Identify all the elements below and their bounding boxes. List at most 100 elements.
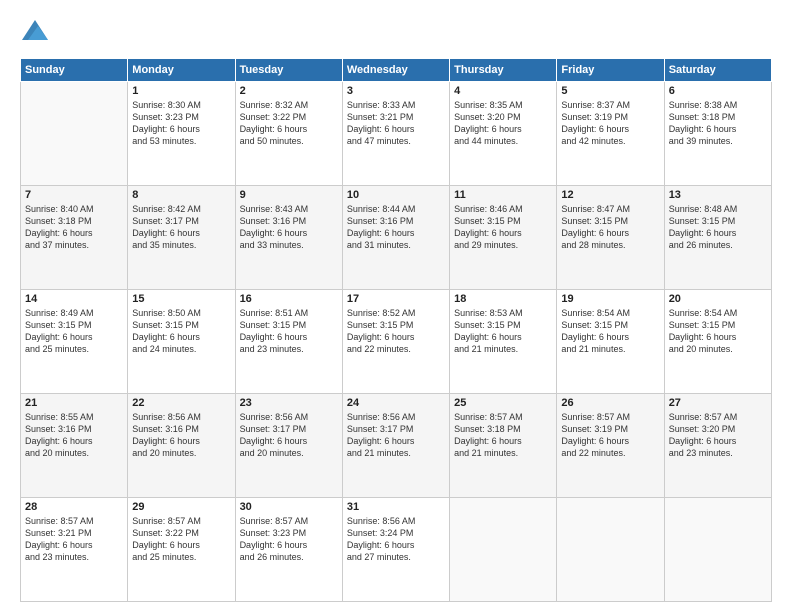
day-info: Sunrise: 8:47 AMSunset: 3:15 PMDaylight:…: [561, 203, 659, 252]
weekday-header-wednesday: Wednesday: [342, 59, 449, 82]
day-info: Sunrise: 8:32 AMSunset: 3:22 PMDaylight:…: [240, 99, 338, 148]
day-cell: 28 Sunrise: 8:57 AMSunset: 3:21 PMDayligh…: [21, 498, 128, 602]
day-number: 12: [561, 189, 659, 201]
day-cell: 9 Sunrise: 8:43 AMSunset: 3:16 PMDaylight…: [235, 186, 342, 290]
day-number: 28: [25, 501, 123, 513]
day-number: 19: [561, 293, 659, 305]
day-info: Sunrise: 8:57 AMSunset: 3:22 PMDaylight:…: [132, 515, 230, 564]
day-number: 15: [132, 293, 230, 305]
day-info: Sunrise: 8:53 AMSunset: 3:15 PMDaylight:…: [454, 307, 552, 356]
day-info: Sunrise: 8:57 AMSunset: 3:19 PMDaylight:…: [561, 411, 659, 460]
day-cell: 14 Sunrise: 8:49 AMSunset: 3:15 PMDayligh…: [21, 290, 128, 394]
day-info: Sunrise: 8:55 AMSunset: 3:16 PMDaylight:…: [25, 411, 123, 460]
weekday-header-row: SundayMondayTuesdayWednesdayThursdayFrid…: [21, 59, 772, 82]
day-number: 2: [240, 85, 338, 97]
day-cell: 15 Sunrise: 8:50 AMSunset: 3:15 PMDayligh…: [128, 290, 235, 394]
header: [20, 18, 772, 48]
day-number: 17: [347, 293, 445, 305]
day-cell: 6 Sunrise: 8:38 AMSunset: 3:18 PMDaylight…: [664, 82, 771, 186]
day-info: Sunrise: 8:56 AMSunset: 3:17 PMDaylight:…: [240, 411, 338, 460]
day-number: 9: [240, 189, 338, 201]
day-info: Sunrise: 8:48 AMSunset: 3:15 PMDaylight:…: [669, 203, 767, 252]
day-number: 26: [561, 397, 659, 409]
day-number: 20: [669, 293, 767, 305]
calendar-table: SundayMondayTuesdayWednesdayThursdayFrid…: [20, 58, 772, 602]
day-info: Sunrise: 8:38 AMSunset: 3:18 PMDaylight:…: [669, 99, 767, 148]
day-number: 29: [132, 501, 230, 513]
day-cell: 13 Sunrise: 8:48 AMSunset: 3:15 PMDayligh…: [664, 186, 771, 290]
week-row-3: 14 Sunrise: 8:49 AMSunset: 3:15 PMDayligh…: [21, 290, 772, 394]
day-number: 25: [454, 397, 552, 409]
day-info: Sunrise: 8:56 AMSunset: 3:16 PMDaylight:…: [132, 411, 230, 460]
day-info: Sunrise: 8:37 AMSunset: 3:19 PMDaylight:…: [561, 99, 659, 148]
day-cell: 3 Sunrise: 8:33 AMSunset: 3:21 PMDaylight…: [342, 82, 449, 186]
day-info: Sunrise: 8:57 AMSunset: 3:21 PMDaylight:…: [25, 515, 123, 564]
day-cell: 22Sunrise: 8:56 AMSunset: 3:16 PMDayligh…: [128, 394, 235, 498]
day-cell: 26 Sunrise: 8:57 AMSunset: 3:19 PMDayligh…: [557, 394, 664, 498]
weekday-header-thursday: Thursday: [450, 59, 557, 82]
weekday-header-friday: Friday: [557, 59, 664, 82]
day-info: Sunrise: 8:49 AMSunset: 3:15 PMDaylight:…: [25, 307, 123, 356]
day-cell: 1 Sunrise: 8:30 AMSunset: 3:23 PMDaylight…: [128, 82, 235, 186]
day-number: 27: [669, 397, 767, 409]
day-info: Sunrise: 8:46 AMSunset: 3:15 PMDaylight:…: [454, 203, 552, 252]
day-cell: 16Sunrise: 8:51 AMSunset: 3:15 PMDayligh…: [235, 290, 342, 394]
day-cell: 4Sunrise: 8:35 AMSunset: 3:20 PMDaylight…: [450, 82, 557, 186]
day-info: Sunrise: 8:57 AMSunset: 3:20 PMDaylight:…: [669, 411, 767, 460]
day-number: 21: [25, 397, 123, 409]
day-info: Sunrise: 8:33 AMSunset: 3:21 PMDaylight:…: [347, 99, 445, 148]
day-cell: [557, 498, 664, 602]
day-info: Sunrise: 8:54 AMSunset: 3:15 PMDaylight:…: [669, 307, 767, 356]
day-info: Sunrise: 8:52 AMSunset: 3:15 PMDaylight:…: [347, 307, 445, 356]
week-row-5: 28 Sunrise: 8:57 AMSunset: 3:21 PMDayligh…: [21, 498, 772, 602]
day-number: 24: [347, 397, 445, 409]
day-info: Sunrise: 8:56 AMSunset: 3:17 PMDaylight:…: [347, 411, 445, 460]
day-cell: 31 Sunrise: 8:56 AMSunset: 3:24 PMDayligh…: [342, 498, 449, 602]
day-info: Sunrise: 8:56 AMSunset: 3:24 PMDaylight:…: [347, 515, 445, 564]
day-cell: 2 Sunrise: 8:32 AMSunset: 3:22 PMDaylight…: [235, 82, 342, 186]
day-number: 4: [454, 85, 552, 97]
day-number: 11: [454, 189, 552, 201]
weekday-header-tuesday: Tuesday: [235, 59, 342, 82]
day-number: 16: [240, 293, 338, 305]
day-info: Sunrise: 8:42 AMSunset: 3:17 PMDaylight:…: [132, 203, 230, 252]
day-cell: 29 Sunrise: 8:57 AMSunset: 3:22 PMDayligh…: [128, 498, 235, 602]
day-cell: 12 Sunrise: 8:47 AMSunset: 3:15 PMDayligh…: [557, 186, 664, 290]
day-number: 3: [347, 85, 445, 97]
day-cell: 10Sunrise: 8:44 AMSunset: 3:16 PMDayligh…: [342, 186, 449, 290]
weekday-header-monday: Monday: [128, 59, 235, 82]
day-number: 18: [454, 293, 552, 305]
day-number: 23: [240, 397, 338, 409]
day-number: 8: [132, 189, 230, 201]
week-row-4: 21 Sunrise: 8:55 AMSunset: 3:16 PMDayligh…: [21, 394, 772, 498]
day-number: 31: [347, 501, 445, 513]
logo: [20, 18, 54, 48]
day-info: Sunrise: 8:50 AMSunset: 3:15 PMDaylight:…: [132, 307, 230, 356]
day-number: 14: [25, 293, 123, 305]
logo-icon: [20, 18, 50, 48]
calendar-page: SundayMondayTuesdayWednesdayThursdayFrid…: [0, 0, 792, 612]
day-cell: 5Sunrise: 8:37 AMSunset: 3:19 PMDaylight…: [557, 82, 664, 186]
day-cell: 24 Sunrise: 8:56 AMSunset: 3:17 PMDayligh…: [342, 394, 449, 498]
week-row-1: 1 Sunrise: 8:30 AMSunset: 3:23 PMDaylight…: [21, 82, 772, 186]
day-cell: 19 Sunrise: 8:54 AMSunset: 3:15 PMDayligh…: [557, 290, 664, 394]
day-cell: 17 Sunrise: 8:52 AMSunset: 3:15 PMDayligh…: [342, 290, 449, 394]
day-number: 1: [132, 85, 230, 97]
day-info: Sunrise: 8:30 AMSunset: 3:23 PMDaylight:…: [132, 99, 230, 148]
day-cell: 23 Sunrise: 8:56 AMSunset: 3:17 PMDayligh…: [235, 394, 342, 498]
day-info: Sunrise: 8:44 AMSunset: 3:16 PMDaylight:…: [347, 203, 445, 252]
day-cell: 7Sunrise: 8:40 AMSunset: 3:18 PMDaylight…: [21, 186, 128, 290]
day-cell: [21, 82, 128, 186]
weekday-header-saturday: Saturday: [664, 59, 771, 82]
day-number: 30: [240, 501, 338, 513]
day-info: Sunrise: 8:54 AMSunset: 3:15 PMDaylight:…: [561, 307, 659, 356]
day-info: Sunrise: 8:40 AMSunset: 3:18 PMDaylight:…: [25, 203, 123, 252]
day-number: 13: [669, 189, 767, 201]
week-row-2: 7Sunrise: 8:40 AMSunset: 3:18 PMDaylight…: [21, 186, 772, 290]
weekday-header-sunday: Sunday: [21, 59, 128, 82]
day-info: Sunrise: 8:43 AMSunset: 3:16 PMDaylight:…: [240, 203, 338, 252]
day-number: 6: [669, 85, 767, 97]
day-info: Sunrise: 8:57 AMSunset: 3:18 PMDaylight:…: [454, 411, 552, 460]
day-cell: 8 Sunrise: 8:42 AMSunset: 3:17 PMDaylight…: [128, 186, 235, 290]
day-cell: 11 Sunrise: 8:46 AMSunset: 3:15 PMDayligh…: [450, 186, 557, 290]
